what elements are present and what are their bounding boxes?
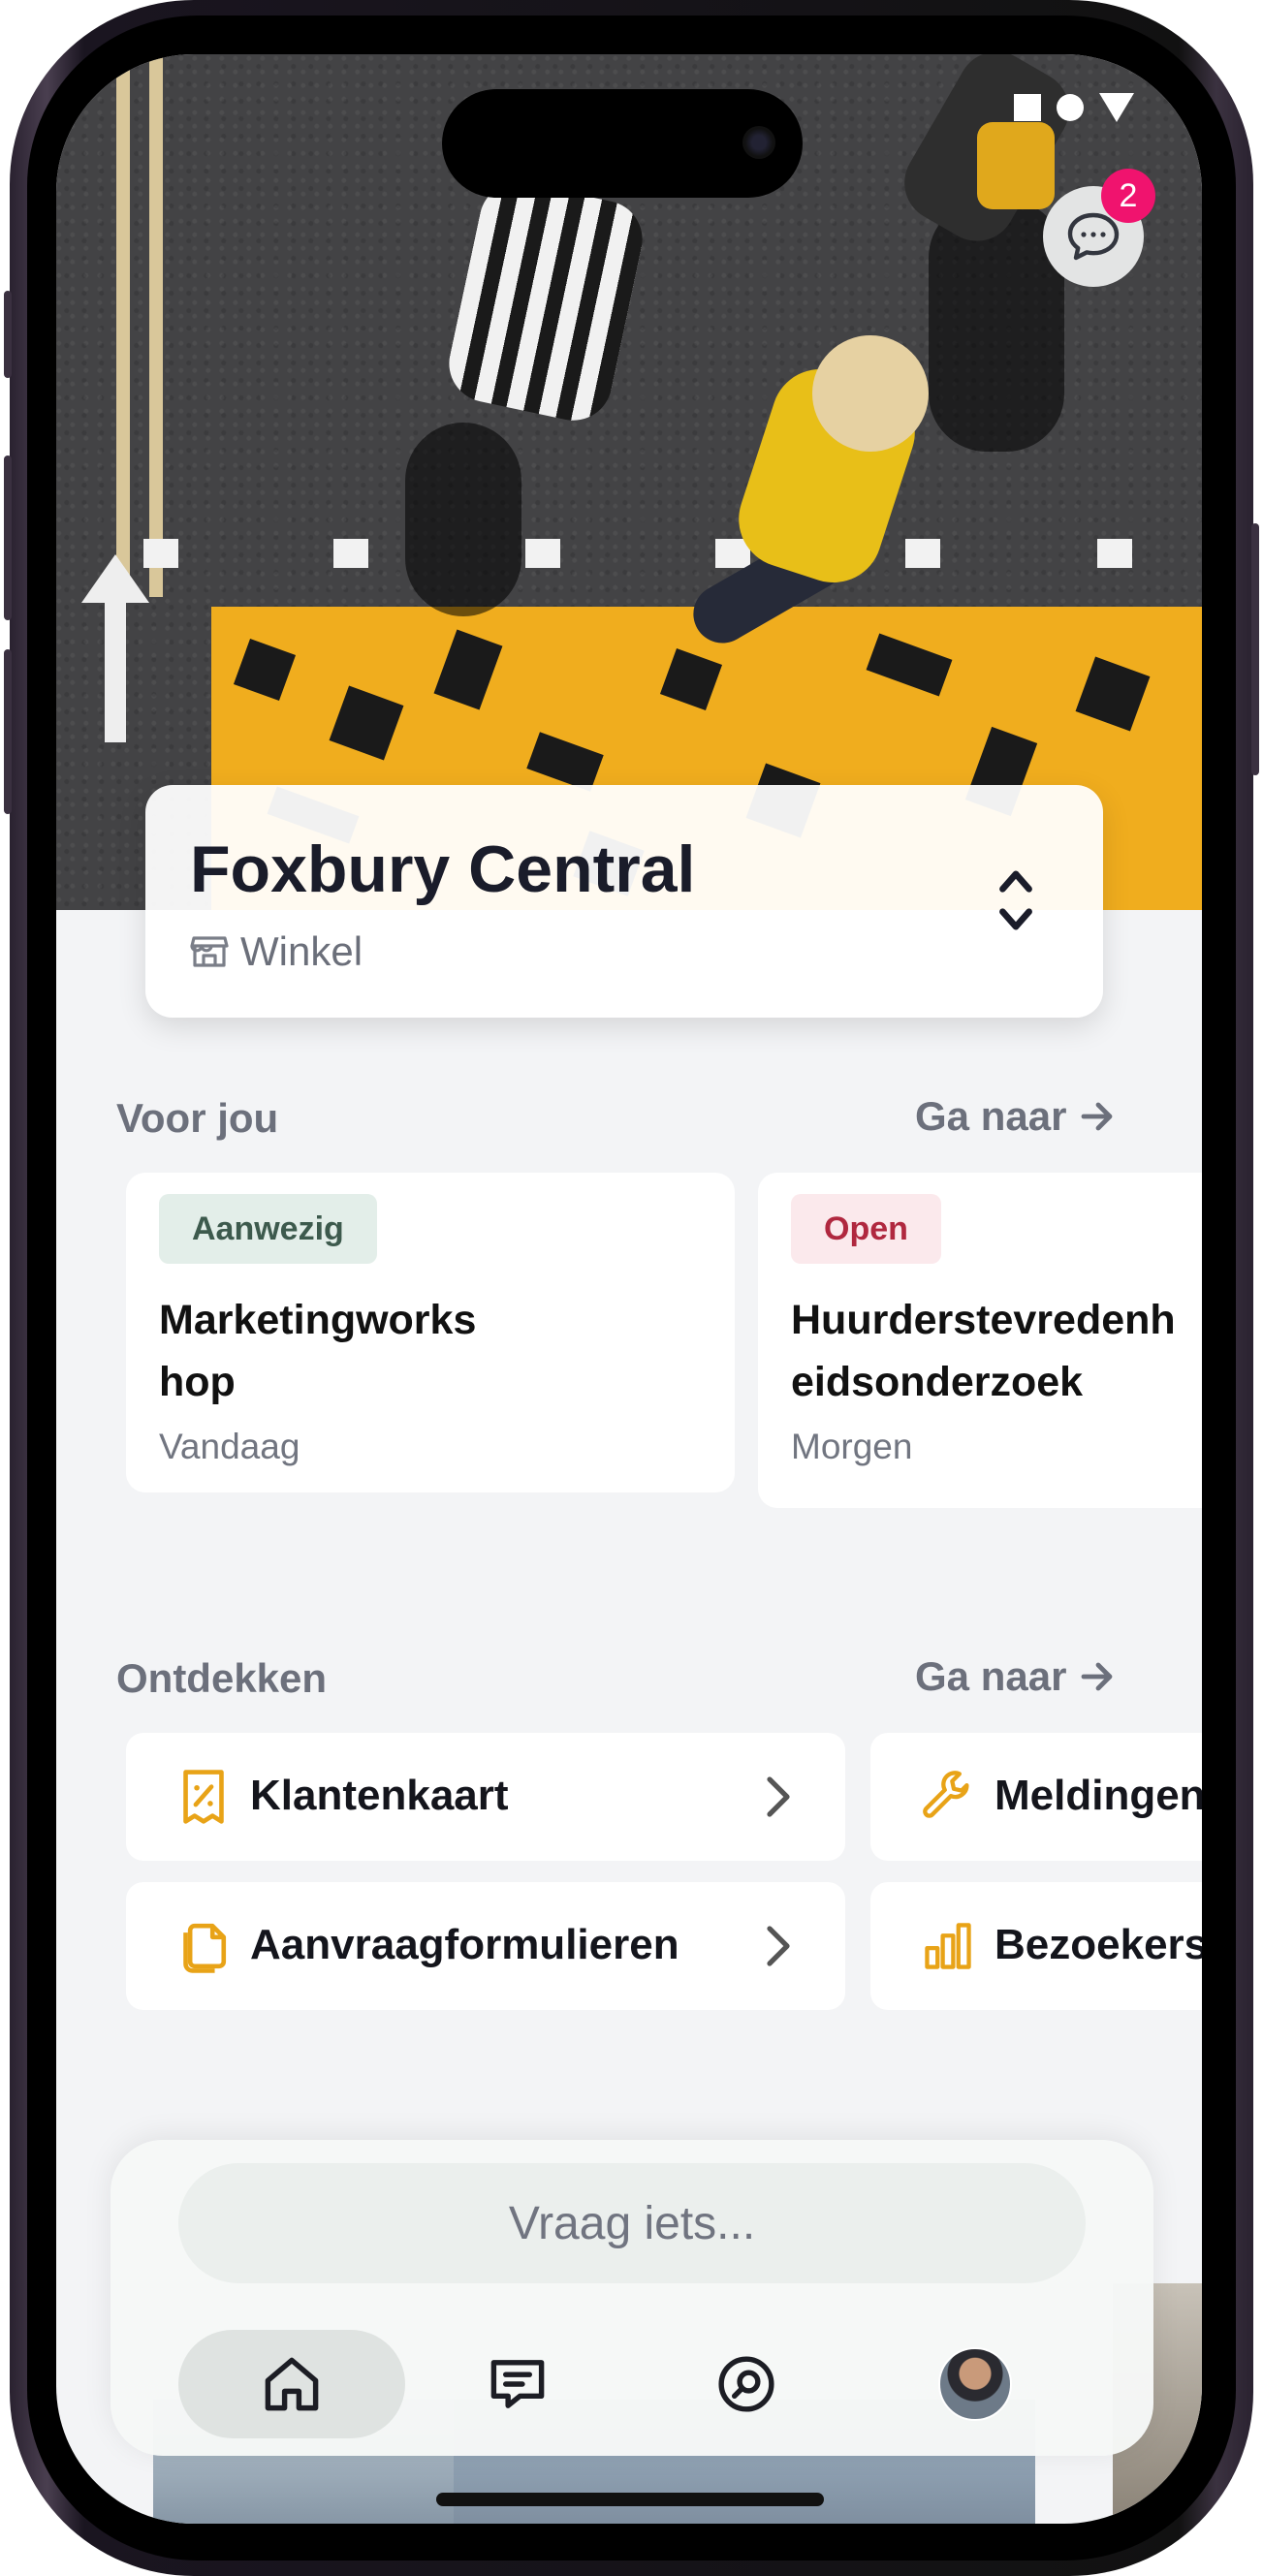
chat-notification-badge: 2: [1101, 169, 1155, 223]
discover-tile-klantenkaart[interactable]: Klantenkaart: [126, 1733, 845, 1861]
nav-search[interactable]: [669, 2330, 824, 2438]
documents-icon: [183, 1923, 227, 1973]
message-icon: [490, 2360, 545, 2408]
task-date: Morgen: [791, 1427, 913, 1466]
home-circle-icon: [1057, 94, 1084, 121]
search-icon: [718, 2356, 774, 2412]
for-you-link-label: Ga naar: [915, 1093, 1067, 1139]
receipt-percent-icon: [183, 1770, 224, 1824]
ask-input[interactable]: Vraag iets...: [178, 2163, 1086, 2283]
for-you-title: Voor jou: [116, 1095, 279, 1141]
tile-label: Aanvraagformulieren: [250, 1921, 679, 1968]
location-type: Winkel: [190, 928, 363, 975]
tile-label: Bezoekers: [995, 1921, 1202, 1968]
chevron-up-down-icon: [999, 870, 1032, 930]
status-badge: Open: [791, 1194, 941, 1264]
task-card[interactable]: Aanwezig Marketingworks hop Vandaag: [126, 1173, 735, 1492]
location-name: Foxbury Central: [190, 832, 696, 906]
power-button: [1251, 523, 1259, 775]
volume-down-button: [4, 649, 12, 814]
task-date: Vandaag: [159, 1427, 300, 1466]
tile-label: Klantenkaart: [250, 1772, 509, 1819]
task-title: Huurderstevredenh eidsonderzoek: [791, 1297, 1176, 1405]
camera-icon: [742, 126, 775, 159]
volume-up-button: [4, 456, 12, 620]
location-switcher[interactable]: Foxbury Central Winkel: [145, 785, 1103, 1018]
discover-tile-meldingen[interactable]: Meldingen: [870, 1733, 1202, 1861]
discover-tile-aanvraagformulieren[interactable]: Aanvraagformulieren: [126, 1882, 845, 2010]
app-screen: 2 Foxbury Central Winkel Voor jou Ga naa…: [56, 54, 1202, 2524]
back-triangle-icon: [1099, 93, 1134, 122]
status-bar-icons: [1014, 93, 1134, 122]
mute-switch: [4, 291, 12, 378]
nav-messages[interactable]: [440, 2330, 595, 2438]
status-badge: Aanwezig: [159, 1194, 377, 1264]
bar-chart-icon: [925, 1923, 971, 1969]
stop-icon: [1014, 94, 1041, 121]
nav-home[interactable]: [178, 2330, 405, 2438]
nav-profile[interactable]: [898, 2330, 1053, 2438]
tile-label: Meldingen: [995, 1772, 1202, 1819]
discover-link-label: Ga naar: [915, 1653, 1067, 1699]
task-title: Marketingworks hop: [159, 1297, 477, 1405]
bottom-bar: Vraag iets...: [111, 2140, 1153, 2456]
location-type-label: Winkel: [240, 928, 363, 974]
for-you-see-all-link[interactable]: Ga naar: [915, 1093, 1115, 1140]
discover-tile-bezoekers[interactable]: Bezoekers: [870, 1882, 1202, 2010]
home-indicator: [436, 2493, 824, 2506]
discover-title: Ontdekken: [116, 1655, 328, 1701]
avatar: [938, 2347, 1012, 2421]
chevron-right-icon: [767, 1776, 790, 1817]
chevron-right-icon: [767, 1926, 790, 1966]
arrow-right-icon: [1082, 1662, 1113, 1691]
task-card[interactable]: Open Huurderstevredenh eidsonderzoek Mor…: [758, 1173, 1202, 1508]
home-icon: [265, 2357, 319, 2411]
store-icon: [190, 936, 229, 967]
wrench-icon: [923, 1771, 969, 1818]
dynamic-island: [442, 89, 803, 198]
arrow-right-icon: [1082, 1102, 1113, 1131]
discover-see-all-link[interactable]: Ga naar: [915, 1653, 1115, 1700]
